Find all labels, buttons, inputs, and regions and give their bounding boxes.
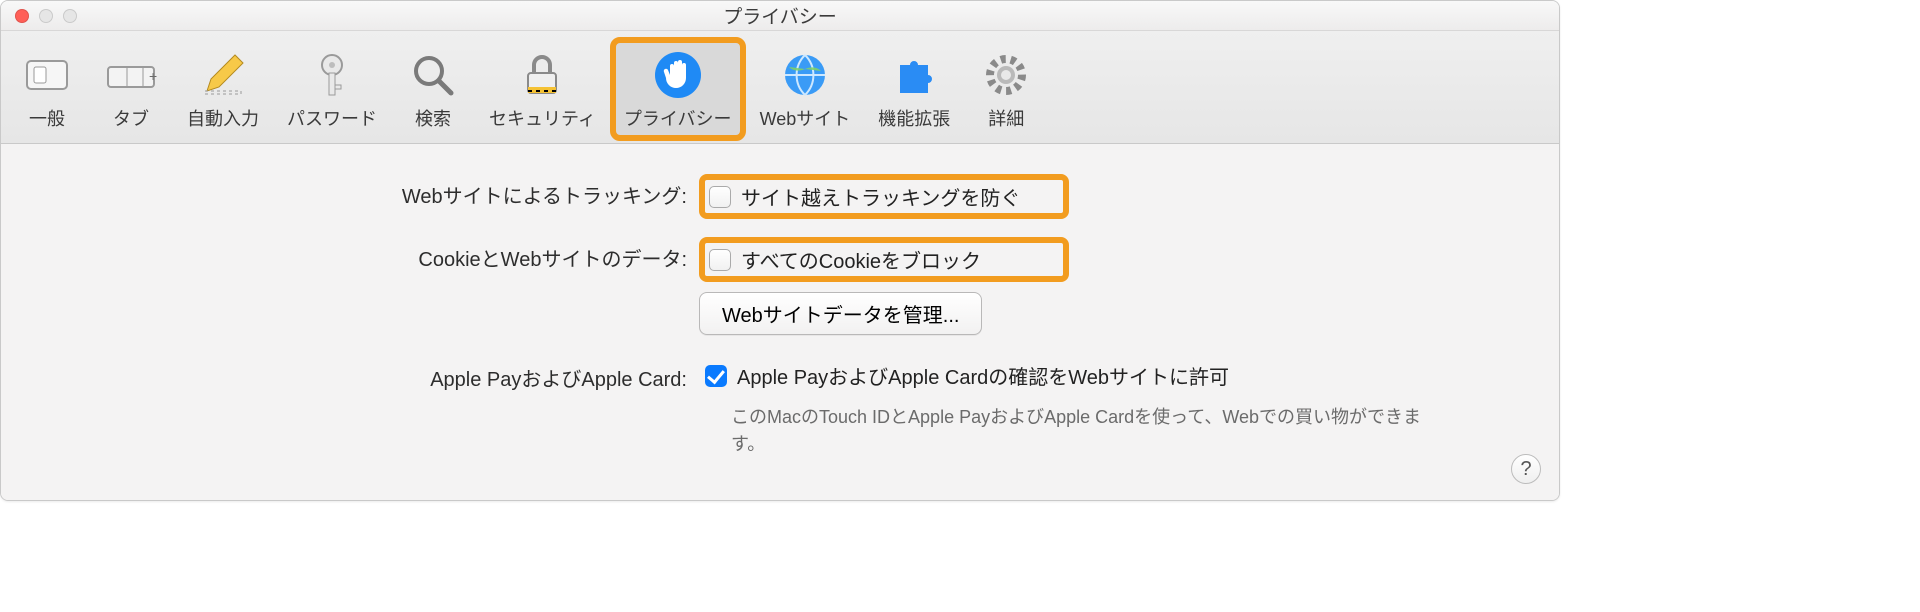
applepay-checkbox-label: Apple PayおよびApple Cardの確認をWebサイトに許可 (737, 361, 1229, 390)
hand-stop-icon (650, 47, 706, 103)
tab-label: タブ (113, 105, 149, 131)
tab-label: 一般 (29, 105, 65, 131)
tab-label: 検索 (415, 105, 451, 131)
tab-advanced[interactable]: 詳細 (964, 37, 1048, 141)
tab-label: 自動入力 (187, 105, 259, 131)
tab-label: セキュリティ (489, 105, 596, 131)
tab-general[interactable]: 一般 (5, 37, 89, 141)
cookies-checkbox-label: すべてのCookieをブロック (741, 245, 981, 274)
applepay-checkbox-group[interactable]: Apple PayおよびApple Cardの確認をWebサイトに許可 (699, 357, 1241, 394)
cookies-checkbox[interactable] (709, 249, 731, 271)
tracking-checkbox-group[interactable]: サイト越えトラッキングを防ぐ (699, 174, 1069, 219)
tab-passwords[interactable]: パスワード (273, 37, 391, 141)
tab-privacy[interactable]: プライバシー (610, 37, 746, 141)
titlebar: プライバシー (1, 1, 1559, 31)
tabs-icon: + (103, 47, 159, 103)
preferences-toolbar: 一般 + タブ 自動入力 パスワード 検索 (1, 31, 1559, 144)
minimize-window-button[interactable] (39, 9, 53, 23)
tab-extensions[interactable]: 機能拡張 (864, 37, 964, 141)
applepay-checkbox[interactable] (705, 365, 727, 387)
tab-security[interactable]: セキュリティ (475, 37, 610, 141)
applepay-row: Apple PayおよびApple Card: Apple PayおよびAppl… (27, 357, 1533, 458)
tab-tabs[interactable]: + タブ (89, 37, 173, 141)
tab-label: 機能拡張 (878, 105, 950, 131)
puzzle-icon (886, 47, 942, 103)
gear-icon (978, 47, 1034, 103)
cookies-row: CookieとWebサイトのデータ: すべてのCookieをブロック Webサイ… (27, 237, 1533, 335)
tab-label: Webサイト (760, 105, 851, 131)
window-controls (1, 9, 77, 23)
tracking-checkbox-label: サイト越えトラッキングを防ぐ (741, 182, 1020, 211)
tab-label: 詳細 (988, 105, 1024, 131)
tab-label: プライバシー (624, 105, 732, 131)
tracking-checkbox[interactable] (709, 186, 731, 208)
key-icon (304, 47, 360, 103)
help-button[interactable]: ? (1511, 454, 1541, 484)
switch-icon (19, 47, 75, 103)
tab-autofill[interactable]: 自動入力 (173, 37, 273, 141)
tab-search[interactable]: 検索 (391, 37, 475, 141)
window-title: プライバシー (1, 2, 1559, 29)
tracking-row: Webサイトによるトラッキング: サイト越えトラッキングを防ぐ (27, 174, 1533, 219)
globe-icon (777, 47, 833, 103)
svg-text:+: + (149, 68, 157, 84)
tab-label: パスワード (287, 105, 377, 131)
padlock-icon (514, 47, 570, 103)
pencil-icon (195, 47, 251, 103)
privacy-content: Webサイトによるトラッキング: サイト越えトラッキングを防ぐ CookieとW… (1, 144, 1559, 500)
applepay-description: このMacのTouch IDとApple PayおよびApple Cardを使っ… (731, 404, 1451, 458)
tracking-label: Webサイトによるトラッキング: (27, 174, 699, 209)
manage-website-data-button[interactable]: Webサイトデータを管理... (699, 292, 982, 335)
cookies-label: CookieとWebサイトのデータ: (27, 237, 699, 272)
applepay-label: Apple PayおよびApple Card: (27, 357, 699, 392)
cookies-checkbox-group[interactable]: すべてのCookieをブロック (699, 237, 1069, 282)
zoom-window-button[interactable] (63, 9, 77, 23)
close-window-button[interactable] (15, 9, 29, 23)
tab-websites[interactable]: Webサイト (746, 37, 865, 141)
preferences-window: プライバシー 一般 + タブ 自動入力 パスワード (0, 0, 1560, 501)
magnifier-icon (405, 47, 461, 103)
